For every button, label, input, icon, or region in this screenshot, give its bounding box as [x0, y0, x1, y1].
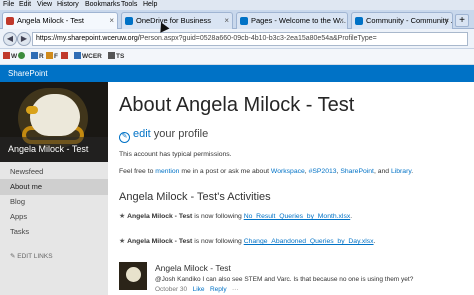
- main-content: About Angela Milock - Test ✎ edit your pr…: [108, 82, 474, 295]
- star-icon: ★: [119, 238, 126, 245]
- activity-file-link[interactable]: Change_Abandoned_Queries_by_Day.xlsx: [244, 238, 374, 245]
- edit-links-button[interactable]: ✎ EDIT LINKS: [10, 252, 53, 260]
- duck-image: [30, 94, 80, 136]
- tab-pages[interactable]: Pages - Welcome to the W... ×: [236, 12, 348, 29]
- bookmark-icon: [3, 52, 10, 59]
- post-message: @Josh Kandiko I can also see STEM and Va…: [155, 276, 414, 283]
- profile-photo: Angela Milock - Test: [0, 82, 108, 162]
- bookmark-wcer[interactable]: WCER: [74, 52, 102, 62]
- nav-item-apps[interactable]: Apps: [0, 209, 108, 225]
- tab-label: OneDrive for Business: [136, 16, 212, 25]
- menu-history[interactable]: History: [57, 1, 79, 8]
- sharepoint-title[interactable]: SharePoint: [8, 69, 48, 78]
- edit-pencil-icon: ✎: [119, 132, 130, 143]
- bookmark-icon: [46, 52, 53, 59]
- sharepoint-favicon-icon: [355, 17, 363, 25]
- post-date: October 30: [155, 286, 188, 293]
- activity-item: ★ Angela Milock - Test is now following N…: [119, 213, 353, 220]
- bookmark-star[interactable]: [61, 52, 69, 62]
- sharepoint-favicon-icon: [125, 17, 133, 25]
- bookmark-ts[interactable]: TS: [108, 52, 124, 62]
- close-tab-icon[interactable]: ×: [444, 13, 449, 28]
- tab-community[interactable]: Community - Community ... ×: [351, 12, 453, 29]
- tab-onedrive[interactable]: OneDrive for Business ×: [121, 12, 233, 29]
- close-tab-icon[interactable]: ×: [109, 13, 114, 28]
- menu-bar: File Edit View History Bookmarks Tools H…: [0, 0, 474, 10]
- star-icon: ★: [119, 213, 126, 220]
- new-tab-button[interactable]: +: [455, 14, 469, 27]
- menu-edit[interactable]: Edit: [19, 1, 31, 8]
- topic-workspace[interactable]: Workspace: [271, 168, 305, 175]
- forward-button[interactable]: ▶: [17, 32, 31, 46]
- bookmark-icon: [31, 52, 38, 59]
- like-link[interactable]: Like: [193, 286, 205, 293]
- bookmark-w[interactable]: W: [3, 52, 17, 62]
- activity-item: ★ Angela Milock - Test is now following C…: [119, 238, 376, 245]
- nav-item-about-me[interactable]: About me: [0, 179, 108, 195]
- post-meta: October 30 Like Reply ···: [155, 286, 239, 293]
- tab-label: Angela Milock - Test: [17, 16, 84, 25]
- address-bar[interactable]: https://my.sharepoint.wceruw.org/Person.…: [32, 32, 468, 46]
- topic-library[interactable]: Library: [391, 168, 411, 175]
- close-tab-icon[interactable]: ×: [339, 13, 344, 28]
- bookmark-r[interactable]: R: [31, 52, 44, 62]
- post-author[interactable]: Angela Milock - Test: [155, 263, 231, 273]
- avatar[interactable]: [119, 262, 147, 290]
- edit-profile-link[interactable]: edit: [133, 128, 151, 140]
- favicon-icon: [6, 17, 14, 25]
- activities-heading: Angela Milock - Test's Activities: [119, 191, 271, 203]
- menu-tools[interactable]: Tools: [121, 1, 137, 8]
- topic-sharepoint[interactable]: SharePoint: [340, 168, 374, 175]
- nav-item-blog[interactable]: Blog: [0, 194, 108, 210]
- edit-profile[interactable]: ✎ edit your profile: [119, 128, 208, 143]
- reply-link[interactable]: Reply: [210, 286, 227, 293]
- nav-item-newsfeed[interactable]: Newsfeed: [0, 164, 108, 180]
- url-host: https://my.sharepoint.wceruw.org/: [36, 35, 140, 42]
- bookmark-icon: [74, 52, 81, 59]
- menu-view[interactable]: View: [37, 1, 52, 8]
- profile-name: Angela Milock - Test: [0, 137, 108, 162]
- left-navigation: Angela Milock - Test Newsfeed About me B…: [0, 82, 108, 295]
- newsfeed-post: Angela Milock - Test @Josh Kandiko I can…: [119, 260, 469, 295]
- activity-file-link[interactable]: No_Result_Queries_by_Month.xlsx: [244, 213, 351, 220]
- bookmark-icon: [108, 52, 115, 59]
- mention-link[interactable]: mention: [155, 168, 179, 175]
- url-path: Person.aspx?guid=0528a660-09cb-4b10-b3c3…: [139, 35, 377, 42]
- bookmark-icon: [61, 52, 68, 59]
- back-button[interactable]: ◀: [3, 32, 17, 46]
- mention-text: Feel free to mention me in a post or ask…: [119, 168, 414, 175]
- tab-label: Community - Community ...: [366, 16, 453, 25]
- topic-sp2013[interactable]: #SP2013: [309, 168, 337, 175]
- menu-bookmarks[interactable]: Bookmarks: [85, 1, 120, 8]
- menu-file[interactable]: File: [3, 1, 14, 8]
- suite-bar: SharePoint: [0, 65, 474, 82]
- tab-strip: Angela Milock - Test × OneDrive for Busi…: [0, 10, 474, 29]
- page-title: About Angela Milock - Test: [119, 94, 355, 116]
- browser-window: File Edit View History Bookmarks Tools H…: [0, 0, 474, 295]
- close-tab-icon[interactable]: ×: [224, 13, 229, 28]
- permissions-text: This account has typical permissions.: [119, 151, 232, 158]
- sharepoint-favicon-icon: [240, 17, 248, 25]
- nav-item-tasks[interactable]: Tasks: [0, 224, 108, 240]
- tab-angela-milock[interactable]: Angela Milock - Test ×: [2, 12, 118, 29]
- activity-user[interactable]: Angela Milock - Test: [127, 238, 192, 245]
- more-icon[interactable]: ···: [232, 286, 239, 293]
- bookmarks-toolbar: W R F WCER TS: [0, 49, 474, 65]
- bookmark-globe[interactable]: [18, 52, 26, 62]
- bookmark-f[interactable]: F: [46, 52, 58, 62]
- tab-label: Pages - Welcome to the W...: [251, 16, 346, 25]
- activity-user[interactable]: Angela Milock - Test: [127, 213, 192, 220]
- globe-icon: [18, 52, 25, 59]
- navigation-bar: ◀ ▶ https://my.sharepoint.wceruw.org/Per…: [0, 29, 474, 49]
- menu-help[interactable]: Help: [143, 1, 157, 8]
